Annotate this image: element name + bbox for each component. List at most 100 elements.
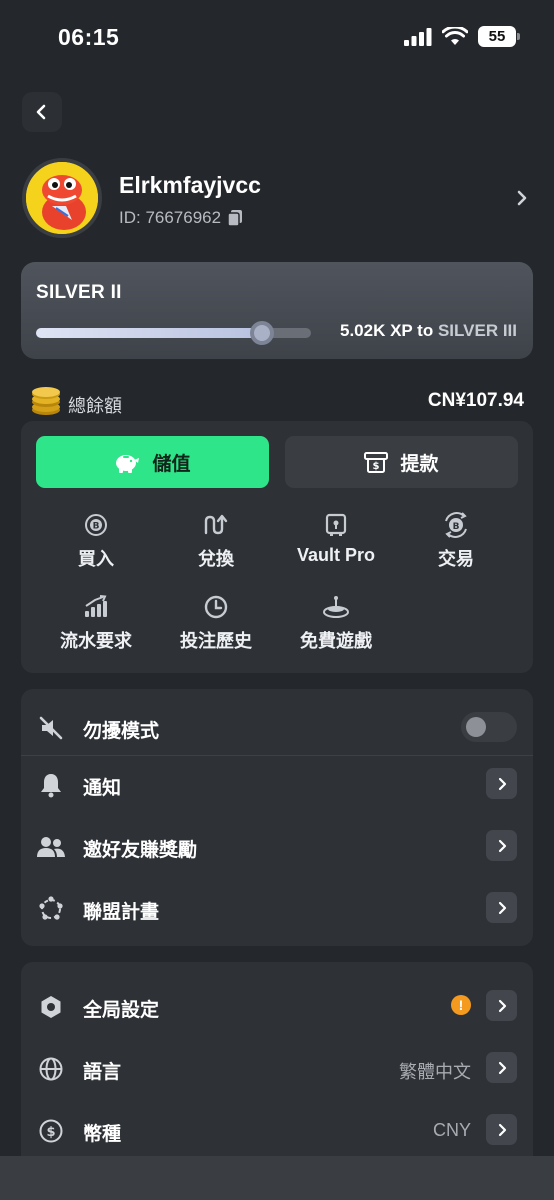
dollar-icon: $ [39, 1119, 63, 1143]
svg-text:B: B [93, 522, 100, 532]
action-wager-requirement[interactable]: 流水要求 [36, 593, 156, 653]
user-id: ID: 76676962 [119, 208, 222, 227]
deposit-button[interactable]: 儲值 [36, 436, 269, 488]
svg-text:$: $ [46, 1125, 55, 1140]
swap-icon [204, 514, 228, 535]
language-value: 繁體中文 [399, 1062, 471, 1082]
battery-indicator: 55 [478, 26, 520, 47]
clock-icon [204, 595, 228, 619]
chevron-button[interactable] [486, 1114, 517, 1145]
deposit-label: 儲值 [152, 453, 191, 475]
current-rank: SILVER II [36, 282, 122, 303]
dinosaur-avatar-icon [26, 162, 98, 234]
xp-needed: 5.02K XP to [339, 321, 434, 340]
action-bet-history[interactable]: 投注歷史 [156, 593, 276, 653]
back-button[interactable] [22, 92, 62, 132]
coins-icon [32, 387, 60, 415]
chevron-button[interactable] [486, 1052, 517, 1083]
chevron-button[interactable] [486, 768, 517, 799]
xp-progress-bar [36, 321, 311, 345]
chevron-right-icon [498, 999, 506, 1012]
spinner-icon [323, 596, 349, 618]
status-icons: 55 [404, 26, 520, 47]
settings-row-label: 語言 [83, 1062, 122, 1083]
settings-row-label: 聯盟計畫 [83, 902, 160, 923]
action-vault-pro-label: Vault Pro [296, 545, 376, 565]
signal-icon [404, 27, 432, 46]
action-exchange[interactable]: B 交易 [396, 511, 516, 571]
chevron-button[interactable] [486, 990, 517, 1021]
bitcoin-buy-icon: B [85, 514, 107, 536]
settings-row-notifications[interactable]: 通知 [21, 753, 533, 815]
settings-row-label: 邀好友賺獎勵 [83, 840, 198, 861]
bottom-bar [0, 1156, 554, 1200]
action-exchange-label: 交易 [438, 549, 474, 569]
chevron-button[interactable] [486, 892, 517, 923]
chevron-right-icon [498, 901, 506, 914]
chevron-right-icon [498, 777, 506, 790]
settings-card-general: 全局設定 ! 語言 繁體中文 $ 幣種 CNY [21, 962, 533, 1172]
settings-row-label: 幣種 [83, 1124, 122, 1145]
settings-row-label: 勿擾模式 [83, 721, 160, 742]
settings-icon [41, 996, 61, 1018]
settings-row-global-settings[interactable]: 全局設定 ! [21, 975, 533, 1037]
cash-withdraw-icon: $ [364, 452, 389, 473]
next-rank: SILVER III [437, 321, 517, 340]
warning-badge: ! [451, 995, 471, 1015]
wallet-card: 儲值 $ 提款 B 買入 兌換 Vault Pro B 交易 流水要求 投注歷史… [21, 421, 533, 673]
action-wager-requirement-label: 流水要求 [60, 631, 132, 651]
settings-row-invite-friends[interactable]: 邀好友賺獎勵 [21, 815, 533, 877]
balance-value: CN¥107.94 [427, 390, 524, 411]
settings-card-notifications: 勿擾模式 通知 邀好友賺獎勵 聯盟計畫 [21, 689, 533, 946]
settings-row-label: 全局設定 [83, 1000, 160, 1021]
users-icon [37, 837, 65, 857]
settings-row-affiliate[interactable]: 聯盟計畫 [21, 877, 533, 939]
wifi-icon [442, 27, 468, 45]
balance-label: 總餘額 [68, 396, 122, 416]
action-free-games-label: 免費遊戲 [300, 631, 372, 651]
svg-text:$: $ [373, 461, 380, 472]
chevron-left-icon [36, 104, 46, 120]
copy-icon[interactable] [227, 209, 243, 227]
status-time: 06:15 [58, 24, 120, 50]
do-not-disturb-toggle[interactable] [461, 712, 517, 742]
bitcoin-exchange-icon: B [445, 512, 467, 538]
action-vault-pro[interactable]: Vault Pro [276, 511, 396, 566]
user-id-row: ID: 76676962 [119, 208, 243, 228]
vault-icon [325, 513, 347, 536]
settings-row-do-not-disturb: 勿擾模式 [21, 696, 533, 758]
profile-header[interactable]: Elrkmfayjvcc ID: 76676962 [22, 158, 534, 242]
xp-to-next-rank: 5.02K XP to SILVER III [340, 321, 517, 341]
chart-icon [85, 595, 107, 617]
network-icon [39, 896, 63, 920]
mute-icon [39, 716, 63, 740]
action-swap[interactable]: 兌換 [156, 511, 276, 571]
action-swap-label: 兌換 [198, 549, 234, 569]
chevron-right-icon [498, 1061, 506, 1074]
globe-icon [39, 1057, 63, 1081]
chevron-right-icon [517, 190, 527, 206]
toggle-knob [466, 717, 486, 737]
svg-text:B: B [453, 522, 460, 532]
xp-progress-knob [249, 321, 274, 345]
chevron-right-icon [498, 839, 506, 852]
action-buy[interactable]: B 買入 [36, 511, 156, 571]
settings-row-language[interactable]: 語言 繁體中文 [21, 1037, 533, 1099]
settings-row-currency[interactable]: $ 幣種 CNY [21, 1099, 533, 1161]
chevron-right-icon [498, 1123, 506, 1136]
bell-icon [41, 774, 61, 798]
action-buy-label: 買入 [78, 549, 114, 569]
chevron-button[interactable] [486, 830, 517, 861]
withdraw-button[interactable]: $ 提款 [285, 436, 518, 488]
username: Elrkmfayjvcc [119, 172, 261, 198]
action-free-games[interactable]: 免費遊戲 [276, 593, 396, 653]
balance-row: 總餘額 CN¥107.94 [30, 386, 524, 418]
withdraw-label: 提款 [400, 453, 439, 475]
currency-value: CNY [432, 1120, 471, 1140]
avatar[interactable] [22, 158, 102, 238]
action-bet-history-label: 投注歷史 [180, 631, 252, 651]
xp-progress-fill [36, 328, 262, 338]
vip-rank-card[interactable]: SILVER II 5.02K XP to SILVER III [21, 262, 533, 359]
settings-row-label: 通知 [83, 778, 122, 799]
status-bar: 06:15 55 [0, 0, 554, 76]
